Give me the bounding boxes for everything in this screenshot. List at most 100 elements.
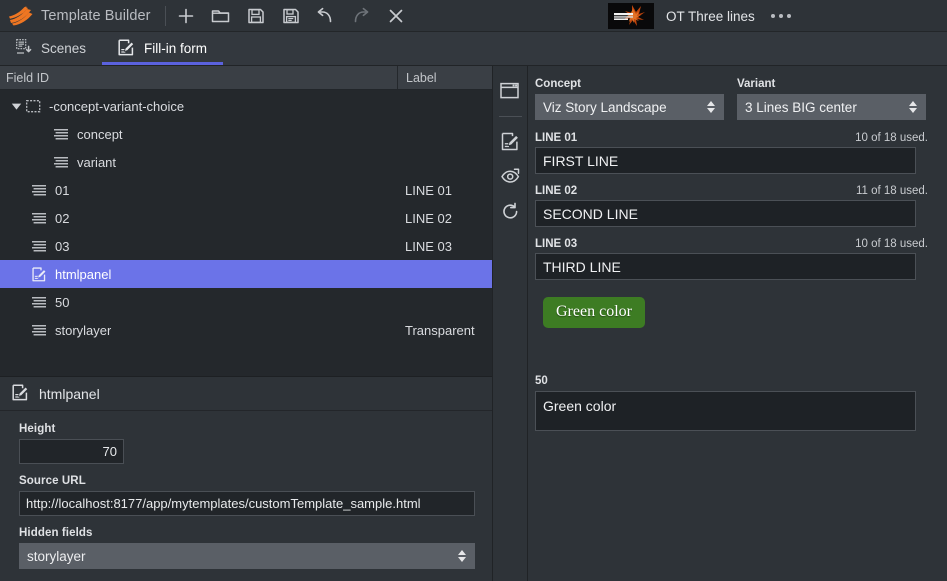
source-url-field-group: Source URL [19, 475, 473, 516]
concept-variant-row: Concept Viz Story Landscape Variant 3 Li… [535, 78, 928, 120]
tree-row-field-id: 02 [55, 211, 69, 226]
line-field-counter: 10 of 18 used. [855, 132, 928, 144]
field-50-textarea[interactable] [535, 391, 916, 431]
line-field-label: LINE 03 [535, 238, 577, 250]
column-header-field-id[interactable]: Field ID [0, 71, 397, 85]
document-chip: OT Three lines [608, 0, 791, 32]
line-field-label: LINE 01 [535, 132, 577, 144]
concept-label: Concept [535, 78, 724, 90]
html-panel-edit-icon [30, 267, 48, 282]
tab-fill-in-form[interactable]: Fill-in form [102, 32, 223, 65]
tree-row-field-id: variant [77, 155, 116, 170]
tree-row-field-id: 03 [55, 239, 69, 254]
document-name: OT Three lines [666, 9, 755, 24]
variant-field: Variant 3 Lines BIG center [737, 78, 926, 120]
line-field-label: LINE 02 [535, 185, 577, 197]
refresh-button[interactable] [497, 198, 523, 224]
height-field-group: Height [19, 423, 473, 464]
text-lines-icon [30, 296, 48, 309]
text-lines-icon [30, 324, 48, 337]
save-button[interactable] [246, 6, 266, 26]
spinner-arrows-icon [909, 101, 917, 113]
tab-fill-in-form-label: Fill-in form [144, 41, 207, 56]
source-url-input[interactable] [19, 491, 475, 516]
tree-row-label: Transparent [397, 323, 475, 338]
hidden-fields-group: Hidden fields storylayer [19, 527, 473, 569]
toolbar-actions [176, 6, 406, 26]
tree-row-storylayer[interactable]: storylayer Transparent [0, 316, 492, 344]
text-lines-icon [52, 156, 70, 169]
concept-value: Viz Story Landscape [543, 100, 667, 115]
green-color-button[interactable]: Green color [543, 297, 645, 328]
new-button[interactable] [176, 6, 196, 26]
icon-rail [493, 66, 528, 581]
container-group-icon [24, 100, 42, 113]
tab-underline-active [102, 62, 223, 65]
redo-button[interactable] [351, 6, 371, 26]
tree-row-field-id: concept [77, 127, 123, 142]
title-bar: Template Builder [0, 0, 947, 32]
variant-value: 3 Lines BIG center [745, 100, 857, 115]
main-body: Field ID Label -concept-variant-choice co… [0, 66, 947, 581]
spinner-arrows-icon [707, 101, 715, 113]
open-button[interactable] [211, 6, 231, 26]
tree-row-field-id: -concept-variant-choice [49, 99, 184, 114]
properties-body: Height Source URL Hidden fields storylay… [0, 411, 492, 581]
tree-row-01[interactable]: 01 LINE 01 [0, 176, 492, 204]
hidden-fields-select[interactable]: storylayer [19, 543, 475, 569]
rail-divider [499, 116, 522, 117]
hidden-fields-value: storylayer [27, 549, 86, 564]
concept-select[interactable]: Viz Story Landscape [535, 94, 724, 120]
tree-row-htmlpanel[interactable]: htmlpanel [0, 260, 492, 288]
field-50-group: 50 [535, 375, 928, 436]
tree-row-concept-variant-choice[interactable]: -concept-variant-choice [0, 92, 492, 120]
line-field-counter: 11 of 18 used. [856, 185, 928, 197]
variant-label: Variant [737, 78, 926, 90]
fill-in-form-panel: Concept Viz Story Landscape Variant 3 Li… [528, 66, 947, 581]
tree-row-field-id: htmlpanel [55, 267, 111, 282]
tree-row-50[interactable]: 50 [0, 288, 492, 316]
text-lines-icon [30, 212, 48, 225]
line-field-header: LINE 02 11 of 18 used. [535, 185, 928, 197]
line-field-input[interactable] [535, 200, 916, 227]
source-url-label: Source URL [19, 475, 473, 487]
tree-row-label: LINE 01 [397, 183, 452, 198]
column-header-label[interactable]: Label [398, 71, 437, 85]
variant-select[interactable]: 3 Lines BIG center [737, 94, 926, 120]
tree-row-field-id: 50 [55, 295, 69, 310]
undo-button[interactable] [316, 6, 336, 26]
line-field-header: LINE 01 10 of 18 used. [535, 132, 928, 144]
line-field-group: LINE 03 10 of 18 used. [535, 238, 928, 280]
fill-in-form-icon [118, 39, 135, 59]
height-input[interactable] [19, 439, 124, 464]
tree-row-field-id: 01 [55, 183, 69, 198]
tree-row-concept[interactable]: concept [0, 120, 492, 148]
close-button[interactable] [386, 6, 406, 26]
left-column: Field ID Label -concept-variant-choice co… [0, 66, 493, 581]
line-field-input[interactable] [535, 253, 916, 280]
scenes-icon [16, 39, 32, 58]
vizrt-swoosh-logo-icon [8, 5, 34, 27]
expand-caret-icon[interactable] [8, 102, 24, 111]
line-field-input[interactable] [535, 147, 916, 174]
panel-layout-button[interactable] [497, 78, 523, 104]
tree-column-headers: Field ID Label [0, 66, 492, 90]
template-builder-window: Template Builder [0, 0, 947, 581]
tab-scenes[interactable]: Scenes [0, 32, 102, 65]
tree-row-label: LINE 02 [397, 211, 452, 226]
tree-row-variant[interactable]: variant [0, 148, 492, 176]
tree-row-field-id: storylayer [55, 323, 111, 338]
tree-row-label: LINE 03 [397, 239, 452, 254]
concept-field: Concept Viz Story Landscape [535, 78, 724, 120]
save-as-button[interactable] [281, 6, 301, 26]
line-field-group: LINE 01 10 of 18 used. [535, 132, 928, 174]
tree-row-02[interactable]: 02 LINE 02 [0, 204, 492, 232]
more-dots-icon[interactable] [771, 14, 791, 18]
text-lines-icon [30, 240, 48, 253]
form-spacer [535, 328, 928, 375]
edit-button[interactable] [497, 128, 523, 154]
tree-row-03[interactable]: 03 LINE 03 [0, 232, 492, 260]
height-label: Height [19, 423, 473, 435]
preview-button[interactable] [497, 163, 523, 189]
line-field-counter: 10 of 18 used. [855, 238, 928, 250]
